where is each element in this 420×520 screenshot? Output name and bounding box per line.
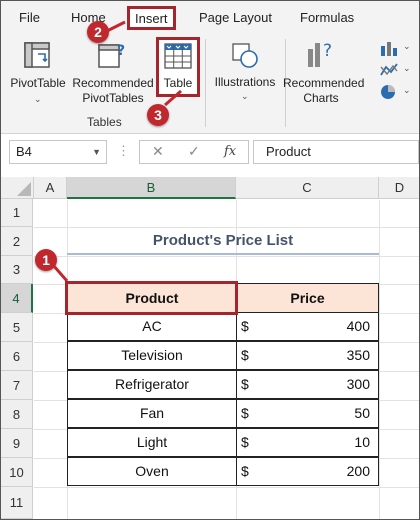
product-cell[interactable]: Refrigerator xyxy=(67,370,237,399)
sheet-title[interactable]: Product's Price List xyxy=(67,229,379,255)
cancel-icon[interactable]: ✕ xyxy=(152,143,164,160)
price-value: 350 xyxy=(346,347,370,363)
recommended-pivottables-label-1: Recommended xyxy=(72,76,154,90)
tab-page-layout[interactable]: Page Layout xyxy=(199,10,272,25)
chevron-down-icon: ⌄ xyxy=(241,91,249,101)
price-value: 50 xyxy=(354,405,370,421)
price-cell[interactable]: $50 xyxy=(236,399,379,428)
ribbon-tabs: File Home Insert Page Layout Formulas xyxy=(1,1,419,35)
recommended-charts-label-2: Charts xyxy=(303,91,339,105)
row-header-3[interactable]: 3 xyxy=(1,256,33,284)
line-chart-button[interactable]: ⌄ xyxy=(379,61,415,81)
price-value: 400 xyxy=(346,318,370,334)
recommended-charts-icon: ? xyxy=(308,41,332,67)
price-value: 200 xyxy=(346,463,370,479)
resize-handle-icon[interactable]: ⋮ xyxy=(117,143,131,159)
pivottable-button[interactable]: PivotTable ⌄ xyxy=(9,39,67,109)
line-chart-icon xyxy=(380,63,398,76)
gridline xyxy=(379,200,380,519)
column-header-c[interactable]: C xyxy=(236,177,379,199)
row-header-5[interactable]: 5 xyxy=(1,313,33,342)
table-icon xyxy=(164,43,192,69)
product-cell[interactable]: Fan xyxy=(67,399,237,428)
gridline xyxy=(34,256,419,257)
pie-chart-button[interactable]: ⌄ xyxy=(379,83,415,103)
currency-symbol: $ xyxy=(241,376,249,392)
enter-icon[interactable]: ✓ xyxy=(188,143,200,160)
price-cell[interactable]: $300 xyxy=(236,370,379,399)
illustrations-icon xyxy=(232,43,258,68)
recommended-pivottables-icon: ? xyxy=(98,43,125,68)
currency-symbol: $ xyxy=(241,434,249,450)
row-header-6[interactable]: 6 xyxy=(1,342,33,371)
recommended-pivottables-label-2: PivotTables xyxy=(82,91,144,105)
row-header-8[interactable]: 8 xyxy=(1,400,33,429)
chevron-down-icon: ⌄ xyxy=(403,85,411,95)
column-header-b[interactable]: B xyxy=(67,177,236,199)
select-all-corner[interactable] xyxy=(1,177,34,199)
price-cell[interactable]: $200 xyxy=(236,457,379,486)
header-cell-price[interactable]: Price xyxy=(236,283,379,313)
row-header-11[interactable]: 11 xyxy=(1,487,33,519)
ribbon-separator xyxy=(205,39,206,127)
recommended-pivottables-button[interactable]: ? Recommended PivotTables xyxy=(71,39,155,111)
pivottable-icon xyxy=(24,42,50,68)
row-header-10[interactable]: 10 xyxy=(1,458,33,487)
chevron-down-icon[interactable]: ▼ xyxy=(92,141,101,163)
excel-window: File Home Insert Page Layout Formulas Pi… xyxy=(0,0,420,520)
arrow-pointer-icon xyxy=(51,264,69,282)
price-value: 10 xyxy=(354,434,370,450)
chevron-down-icon: ⌄ xyxy=(403,63,411,73)
chevron-down-icon: ⌄ xyxy=(34,94,42,104)
formula-input[interactable]: Product xyxy=(253,140,419,164)
tables-group-label: Tables xyxy=(87,115,122,129)
chevron-down-icon: ⌄ xyxy=(403,41,411,51)
name-box-value: B4 xyxy=(16,144,32,159)
ribbon-insert: PivotTable ⌄ ? Recommended PivotTables T… xyxy=(1,35,419,134)
svg-text:?: ? xyxy=(323,41,332,61)
row-header-1[interactable]: 1 xyxy=(1,199,33,227)
arrow-pointer-icon xyxy=(106,20,126,33)
gridline xyxy=(34,227,419,228)
product-cell[interactable]: AC xyxy=(67,312,237,341)
pie-chart-icon xyxy=(381,85,395,99)
currency-symbol: $ xyxy=(241,463,249,479)
tab-insert[interactable]: Insert xyxy=(127,6,176,30)
formula-bar: B4 ▼ ⋮ ✕ ✓ fx Product xyxy=(1,137,419,169)
selected-cell-highlight xyxy=(65,281,238,315)
column-header-a[interactable]: A xyxy=(34,177,67,199)
gridline xyxy=(34,487,419,488)
price-value: 300 xyxy=(346,376,370,392)
product-cell[interactable]: Light xyxy=(67,428,237,457)
price-cell[interactable]: $350 xyxy=(236,341,379,370)
price-cell[interactable]: $10 xyxy=(236,428,379,457)
illustrations-button[interactable]: Illustrations ⌄ xyxy=(209,39,281,109)
insert-function-icon[interactable]: fx xyxy=(224,144,236,159)
column-chart-icon xyxy=(381,42,397,56)
arrow-pointer-icon xyxy=(164,89,182,107)
illustrations-label: Illustrations xyxy=(214,75,276,89)
select-all-icon xyxy=(17,182,31,196)
row-header-7[interactable]: 7 xyxy=(1,371,33,400)
tab-file[interactable]: File xyxy=(19,10,40,25)
price-cell[interactable]: $400 xyxy=(236,312,379,341)
currency-symbol: $ xyxy=(241,347,249,363)
recommended-charts-label-1: Recommended xyxy=(283,76,365,90)
row-header-4[interactable]: 4 xyxy=(1,284,33,313)
formula-buttons: ✕ ✓ fx xyxy=(139,140,249,164)
recommended-charts-button[interactable]: ? Recommended Charts xyxy=(283,39,364,111)
product-cell[interactable]: Oven xyxy=(67,457,237,486)
product-cell[interactable]: Television xyxy=(67,341,237,370)
column-chart-button[interactable]: ⌄ xyxy=(379,39,415,59)
row-header-2[interactable]: 2 xyxy=(1,227,33,256)
pivottable-label: PivotTable xyxy=(10,76,66,90)
tab-formulas[interactable]: Formulas xyxy=(300,10,354,25)
column-header-d[interactable]: D xyxy=(379,177,419,199)
name-box[interactable]: B4 ▼ xyxy=(9,140,107,164)
svg-text:?: ? xyxy=(117,43,125,59)
currency-symbol: $ xyxy=(241,405,249,421)
currency-symbol: $ xyxy=(241,318,249,334)
row-header-9[interactable]: 9 xyxy=(1,429,33,458)
